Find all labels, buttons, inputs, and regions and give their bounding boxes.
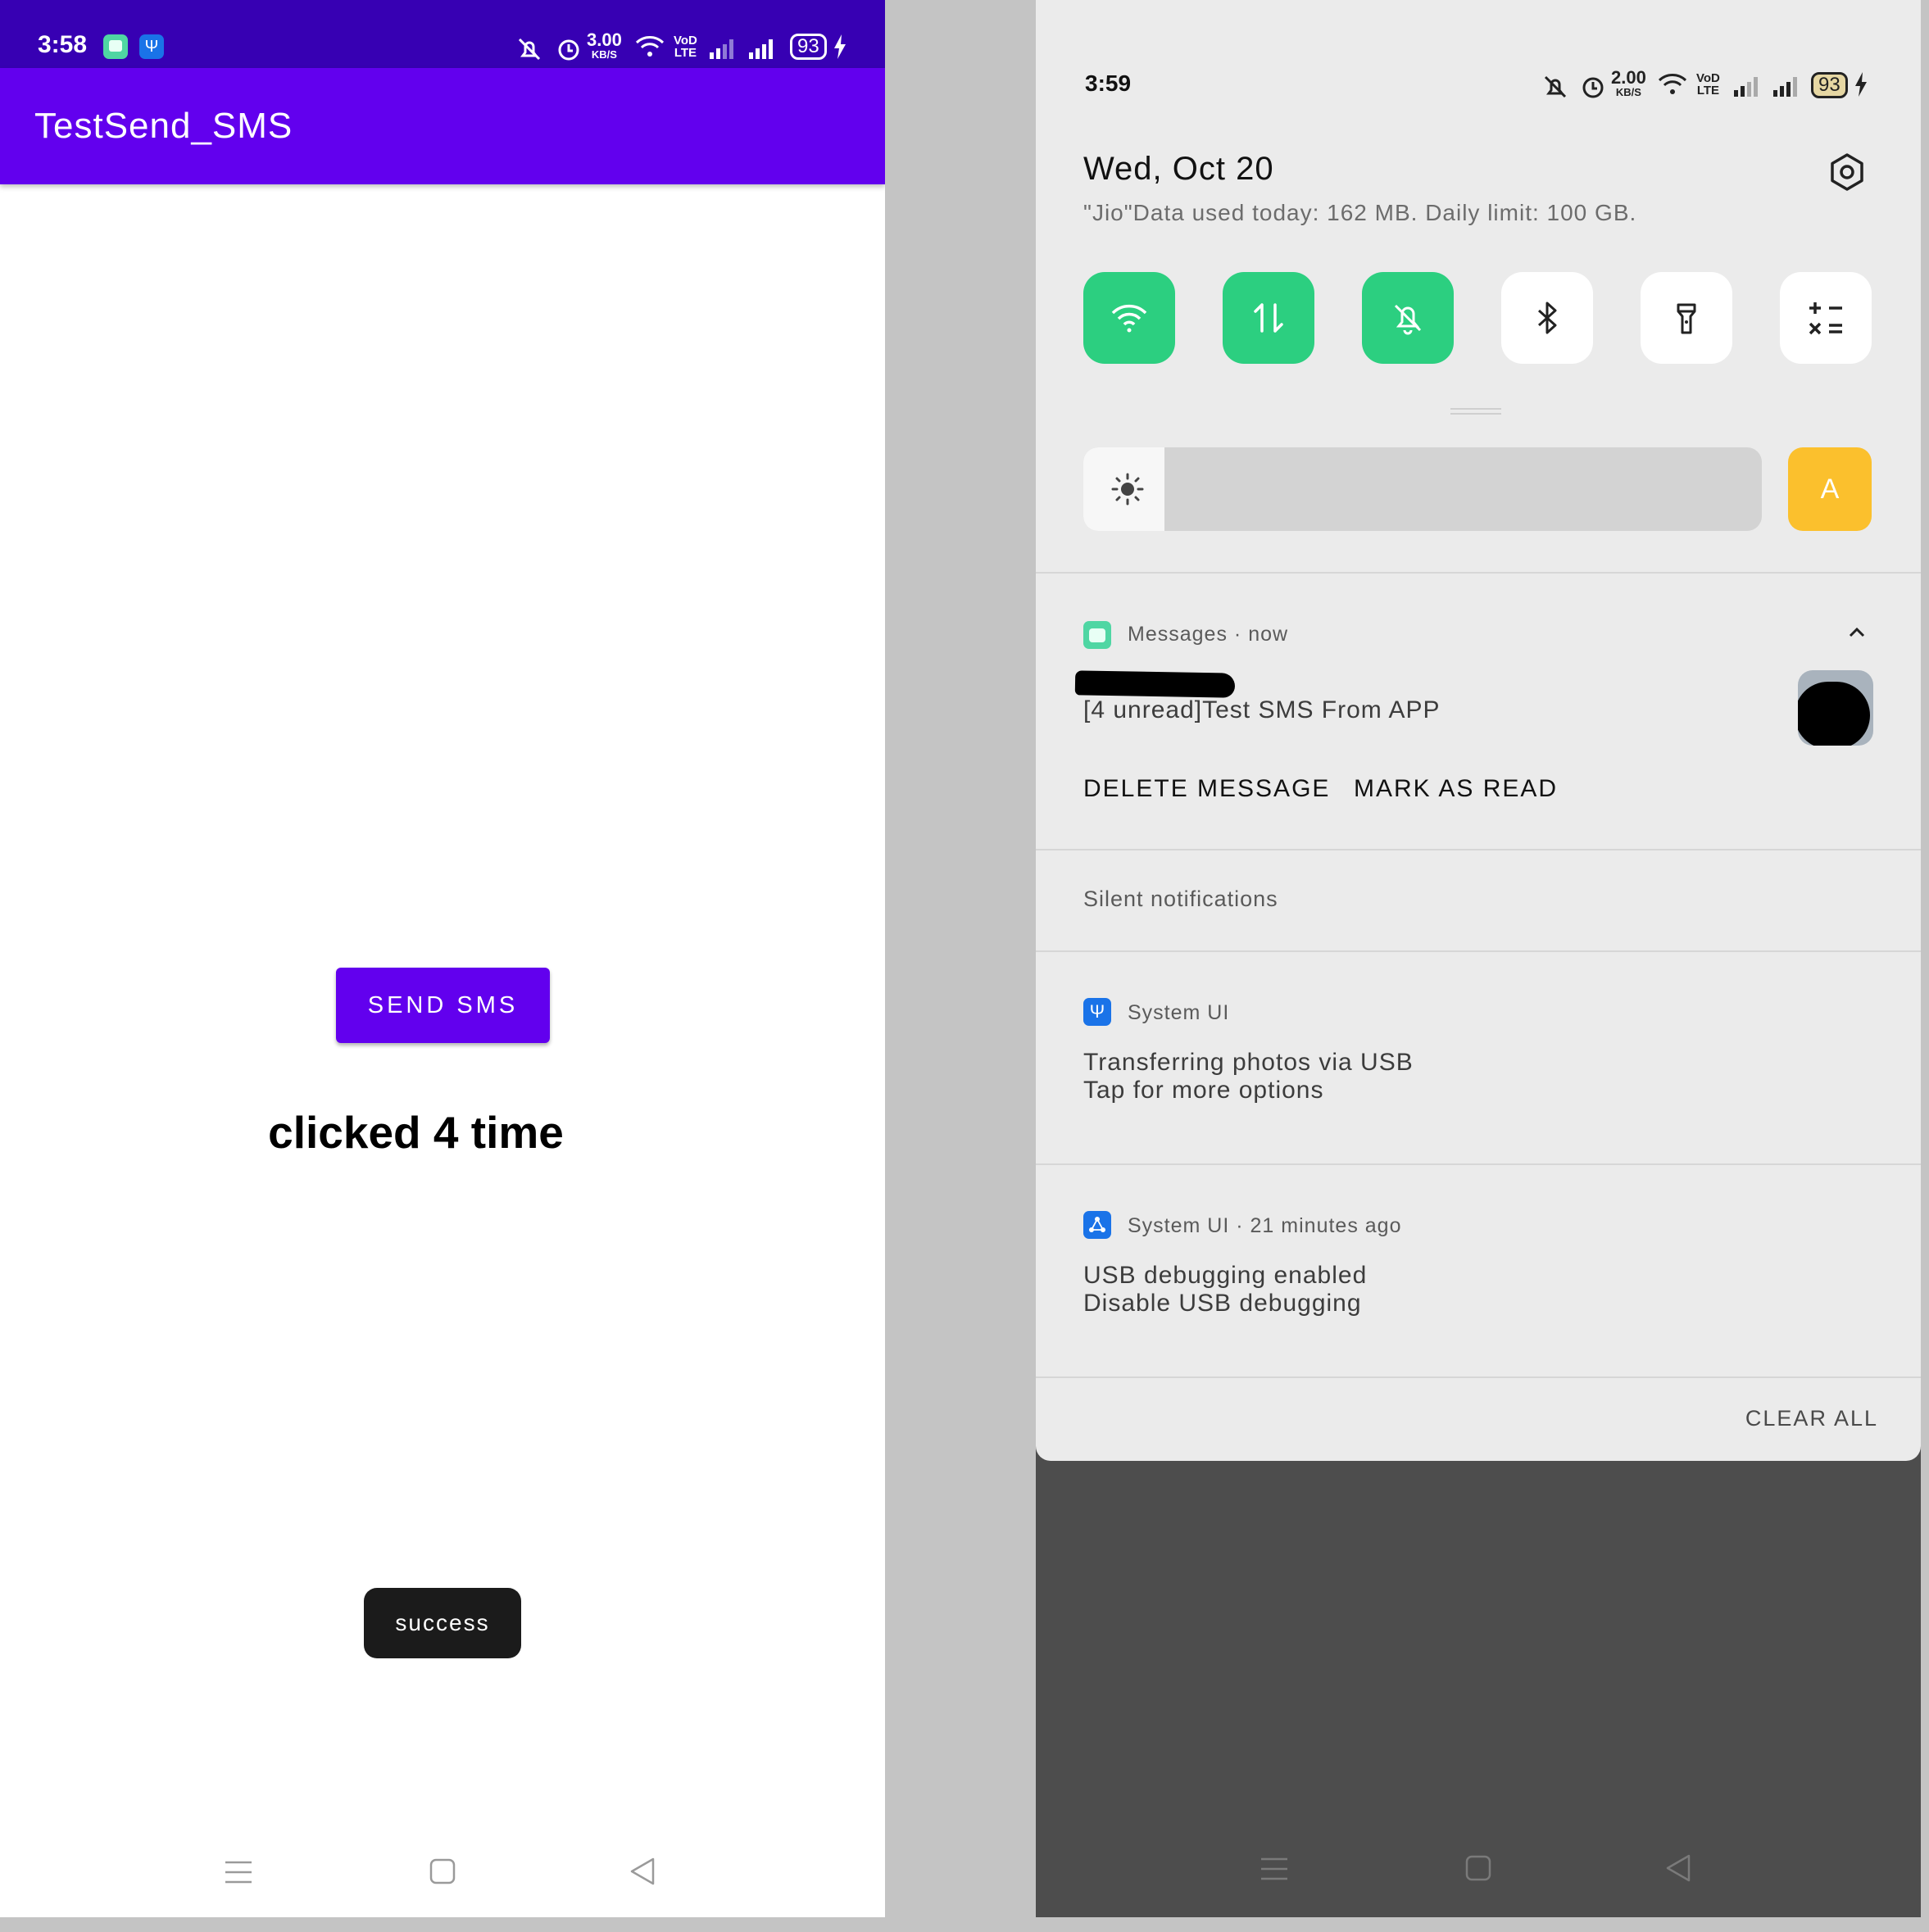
usb-notification-subtitle: Tap for more options [1083, 1077, 1324, 1104]
calculator-icon [1809, 302, 1842, 335]
divider [1036, 1376, 1921, 1378]
separator-dot: · [1233, 623, 1249, 646]
mobile-data-icon [1254, 303, 1283, 333]
clear-all-button[interactable]: CLEAR ALL [1745, 1406, 1878, 1431]
redacted-sender [1074, 670, 1236, 698]
net-speed-unit: KB/S [1615, 86, 1641, 98]
menu-nav-icon[interactable] [225, 1860, 252, 1884]
volte-icon: VoD LTE [674, 34, 697, 59]
notification-time: 21 minutes ago [1250, 1214, 1402, 1237]
flashlight-icon [1677, 303, 1696, 334]
data-usage-text: "Jio"Data used today: 162 MB. Daily limi… [1083, 200, 1637, 225]
separator-dot: · [1236, 1214, 1250, 1237]
auto-brightness-button[interactable]: A [1788, 447, 1872, 531]
status-bar: 3:58 Ψ 3.00 KB/S VoD LTE 93 [0, 0, 885, 68]
alarm-icon [1582, 77, 1604, 98]
menu-nav-icon[interactable] [1260, 1857, 1288, 1881]
usb-debugging-notification[interactable]: System UI · 21 minutes ago USB debugging… [1036, 1165, 1921, 1376]
messages-notification[interactable]: Messages · now [4 unread]Test SMS From A… [1036, 574, 1921, 849]
debug-notification-title: USB debugging enabled [1083, 1262, 1368, 1289]
signal-sim2-icon [749, 39, 773, 59]
notification-header: System UI · 21 minutes ago [1128, 1214, 1401, 1238]
messages-app-icon [1083, 621, 1111, 649]
notification-time: now [1248, 623, 1289, 646]
app-title: TestSend_SMS [34, 106, 293, 146]
debug-notification-subtitle: Disable USB debugging [1083, 1290, 1362, 1317]
net-speed-value: 3.00 [587, 29, 622, 50]
delete-message-button[interactable]: DELETE MESSAGE [1083, 775, 1330, 803]
net-speed: 2.00 KB/S [1611, 69, 1646, 98]
signal-sim1-icon [1734, 77, 1758, 97]
signal-sim1-icon [710, 39, 733, 59]
success-toast: success [364, 1588, 521, 1658]
usb-notification-title: Transferring photos via USB [1083, 1049, 1414, 1076]
flashlight-tile[interactable] [1641, 272, 1732, 364]
status-time: 3:58 [38, 31, 88, 58]
send-sms-button[interactable]: SEND SMS [336, 968, 550, 1043]
wifi-status-icon [1658, 74, 1687, 94]
notification-header: Messages · now [1128, 623, 1288, 646]
notification-app-name: System UI [1128, 1214, 1230, 1237]
left-phone-screen: 3:58 Ψ 3.00 KB/S VoD LTE 93 TestSend_SMS… [0, 0, 885, 1917]
back-nav-icon[interactable] [629, 1857, 656, 1886]
battery-indicator: 93 [790, 34, 827, 60]
click-counter-text: clicked 4 time [268, 1107, 564, 1158]
wifi-status-icon [635, 36, 665, 57]
usb-icon: Ψ [1083, 998, 1111, 1026]
net-speed-unit: KB/S [591, 48, 617, 61]
brightness-slider[interactable] [1083, 447, 1762, 531]
net-speed-value: 2.00 [1611, 67, 1646, 88]
volte-bottom: LTE [1696, 84, 1720, 98]
brightness-sun-icon [1111, 473, 1144, 506]
home-nav-icon[interactable] [1465, 1855, 1491, 1881]
date-text: Wed, Oct 20 [1083, 151, 1274, 187]
volte-bottom: LTE [674, 46, 697, 60]
debug-icon [1083, 1211, 1111, 1239]
volte-icon: VoD LTE [1696, 72, 1720, 97]
app-bar: TestSend_SMS [0, 68, 885, 184]
alarm-icon [558, 39, 579, 61]
bluetooth-tile[interactable] [1501, 272, 1593, 364]
notification-app-name: System UI [1128, 1001, 1230, 1024]
drag-handle[interactable] [1450, 408, 1501, 415]
silent-tile[interactable] [1362, 272, 1454, 364]
usb-notif-icon: Ψ [139, 34, 164, 59]
battery-indicator: 93 [1811, 72, 1848, 98]
messages-notif-icon [103, 34, 128, 59]
silent-bell-icon [518, 38, 541, 61]
settings-gear-icon[interactable] [1827, 152, 1867, 192]
collapse-chevron-icon[interactable] [1847, 626, 1867, 639]
silent-bell-icon [1544, 75, 1567, 98]
volte-top: VoD [674, 34, 697, 48]
wifi-icon [1111, 304, 1147, 333]
right-phone-screen: 3:59 2.00 KB/S VoD LTE 93 Wed, Oct 20 "J… [1036, 0, 1921, 1917]
notification-shade: 3:59 2.00 KB/S VoD LTE 93 Wed, Oct 20 "J… [1036, 0, 1921, 1461]
message-preview: [4 unread]Test SMS From APP [1083, 696, 1441, 723]
mobile-data-tile[interactable] [1223, 272, 1314, 364]
calculator-tile[interactable] [1780, 272, 1872, 364]
silent-bell-icon [1394, 304, 1422, 335]
net-speed: 3.00 KB/S [587, 31, 622, 61]
contact-avatar [1798, 670, 1873, 746]
volte-top: VoD [1696, 71, 1720, 85]
status-time: 3:59 [1085, 70, 1132, 96]
back-nav-icon[interactable] [1665, 1853, 1691, 1883]
home-nav-icon[interactable] [429, 1858, 456, 1884]
usb-transfer-notification[interactable]: Ψ System UI Transferring photos via USB … [1036, 952, 1921, 1163]
notification-app-name: Messages [1128, 623, 1228, 646]
bluetooth-icon [1537, 302, 1557, 334]
wifi-tile[interactable] [1083, 272, 1175, 364]
share-nodes-icon [1089, 1217, 1105, 1232]
signal-sim2-icon [1773, 77, 1797, 97]
mark-as-read-button[interactable]: MARK AS READ [1354, 775, 1558, 803]
charging-icon [834, 34, 846, 59]
charging-icon [1855, 72, 1867, 97]
divider [1036, 849, 1921, 850]
silent-notifications-header: Silent notifications [1083, 887, 1278, 911]
